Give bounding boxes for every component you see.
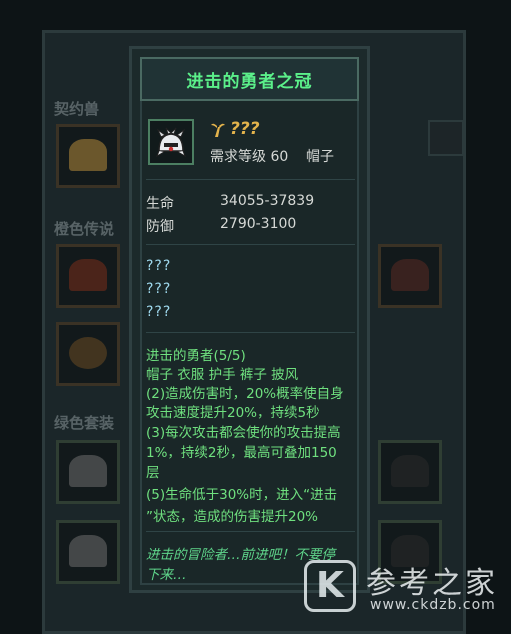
legend-slot-weapon[interactable]	[56, 244, 120, 308]
set-pieces: 帽子 衣服 护手 裤子 披风	[146, 367, 299, 383]
set-slot-helmet[interactable]	[56, 440, 120, 504]
stat-value-hp: 34055-37839	[220, 193, 315, 209]
set-bonus-line: (5)生命低于30%时，进入“进击	[146, 487, 338, 503]
set-bonus-header: 进击的勇者(5/5)	[146, 348, 246, 364]
set-bonus-line: ”状态，造成的伤害提升20%	[146, 509, 318, 525]
set-bonus-line: (3)每次攻击都会使你的攻击提高	[146, 425, 341, 441]
divider	[146, 531, 355, 532]
set-slot-armor[interactable]	[378, 440, 442, 504]
set-slot-gloves[interactable]	[56, 520, 120, 584]
stat-label-defense: 防御	[146, 219, 174, 235]
set-bonus-line: 攻击速度提升20%，持续5秒	[146, 405, 320, 421]
level-requirement: 需求等级 60	[210, 149, 289, 165]
spiked-helmet-icon	[156, 127, 186, 158]
set-bonus-line: 层	[146, 465, 160, 481]
divider	[146, 332, 355, 333]
set-bonus-line: 1%，持续2秒，最高可叠加150	[146, 445, 337, 461]
tooltip-header: 进击的勇者之冠	[140, 57, 359, 101]
stat-value-defense: 2790-3100	[220, 216, 297, 232]
legend-slot-armor[interactable]	[378, 244, 442, 308]
set-bonus-line: (2)造成伤害时，20%概率使自身	[146, 386, 344, 402]
flavor-text: 下来…	[146, 567, 187, 583]
item-tooltip: 进击的勇者之冠 ??? 需求等级 60 帽子 生命 34055-37839 防御…	[129, 46, 370, 593]
unknown-attribute: ???	[146, 258, 172, 274]
divider	[146, 244, 355, 245]
watermark-name: 参考之家	[366, 566, 498, 601]
set-marker-icon	[211, 123, 225, 137]
watermark-url: www.ckdzb.com	[370, 597, 496, 613]
section-green-set: 绿色套装	[54, 414, 115, 432]
tooltip-body: ??? 需求等级 60 帽子 生命 34055-37839 防御 2790-31…	[140, 101, 359, 585]
section-orange-legend: 橙色传说	[54, 220, 115, 238]
unknown-attribute: ???	[146, 304, 172, 320]
pet-slot[interactable]	[56, 124, 120, 188]
flavor-text: 进击的冒险者…前进吧！不要停	[146, 547, 335, 563]
divider	[146, 179, 355, 180]
item-name: ???	[230, 119, 260, 139]
item-slot-type: 帽子	[306, 149, 334, 165]
item-icon-slot	[148, 119, 194, 165]
side-tab-icon[interactable]	[428, 120, 464, 156]
item-title: 进击的勇者之冠	[186, 71, 313, 92]
legend-slot-ring[interactable]	[56, 322, 120, 386]
watermark-logo: K	[304, 560, 356, 612]
stat-label-hp: 生命	[146, 196, 174, 212]
unknown-attribute: ???	[146, 281, 172, 297]
section-contract-beast: 契约兽	[54, 100, 100, 118]
